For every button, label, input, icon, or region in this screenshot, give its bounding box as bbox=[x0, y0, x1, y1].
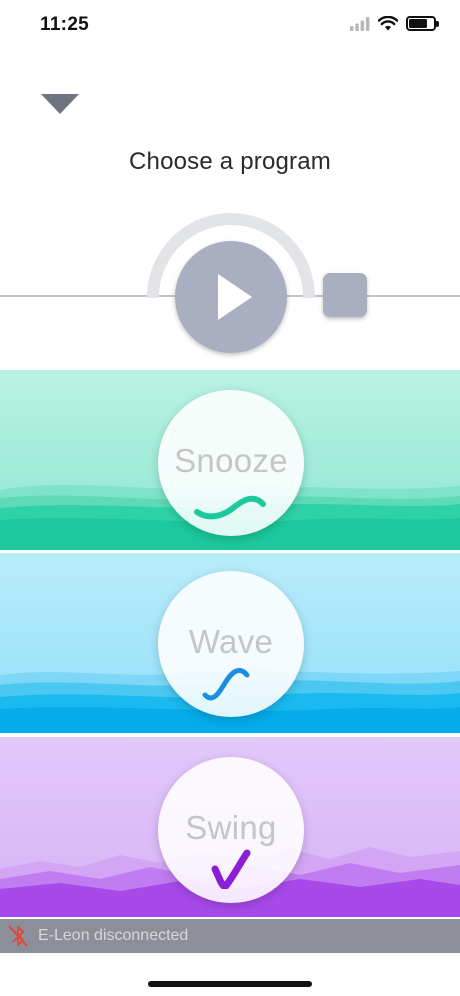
connection-status-bar: E-Leon disconnected bbox=[0, 919, 460, 953]
player-controls bbox=[0, 205, 460, 365]
wifi-icon bbox=[378, 16, 398, 31]
program-circle[interactable]: Swing bbox=[158, 757, 304, 903]
program-label: Snooze bbox=[174, 442, 288, 479]
bluetooth-disabled-icon bbox=[8, 925, 28, 947]
swing-check-icon bbox=[211, 849, 251, 889]
wave-curve-icon bbox=[202, 668, 250, 701]
program-label: Swing bbox=[185, 809, 277, 846]
program-swing[interactable]: Swing bbox=[0, 737, 460, 917]
program-circle[interactable]: Snooze bbox=[158, 390, 304, 536]
program-circle[interactable]: Wave bbox=[158, 571, 304, 717]
connection-status-text: E-Leon disconnected bbox=[38, 927, 189, 944]
play-icon bbox=[218, 274, 252, 320]
triangle-down-icon[interactable] bbox=[41, 94, 79, 116]
page-title: Choose a program bbox=[129, 148, 331, 175]
stop-button[interactable] bbox=[323, 273, 367, 317]
program-label: Wave bbox=[188, 623, 274, 660]
program-snooze[interactable]: Snooze bbox=[0, 370, 460, 550]
home-indicator[interactable] bbox=[148, 981, 312, 987]
snooze-wave-icon bbox=[194, 495, 266, 520]
battery-icon bbox=[406, 16, 439, 31]
signal-icon bbox=[350, 16, 370, 31]
status-bar: 11:25 bbox=[0, 0, 460, 50]
play-button[interactable] bbox=[175, 241, 287, 353]
program-wave[interactable]: Wave bbox=[0, 553, 460, 733]
status-time: 11:25 bbox=[40, 14, 90, 35]
status-icons bbox=[350, 16, 439, 31]
